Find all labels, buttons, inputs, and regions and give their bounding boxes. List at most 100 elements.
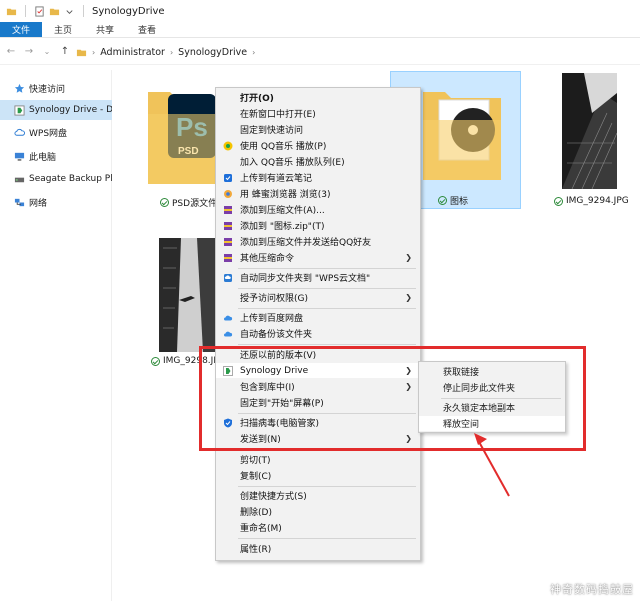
navigation-pane: 快速访问 Synology Drive - DS WPS网盘 此电脑 Seaga… bbox=[0, 70, 112, 601]
new-folder-icon[interactable] bbox=[49, 6, 60, 17]
menu-item-auto-backup[interactable]: 自动备份该文件夹 bbox=[216, 326, 420, 341]
breadcrumb[interactable]: › Administrator › SynologyDrive › bbox=[76, 44, 255, 60]
menu-item-properties[interactable]: 属性(R) bbox=[216, 541, 420, 556]
drive-icon bbox=[14, 177, 25, 182]
ribbon-tabs: 文件 主页 共享 查看 bbox=[0, 22, 640, 38]
chevron-down-icon[interactable] bbox=[64, 6, 75, 17]
star-icon bbox=[14, 83, 25, 93]
winrar-icon bbox=[224, 205, 232, 214]
file-name: IMG_9294.JPG bbox=[566, 196, 629, 206]
toolbar-divider bbox=[83, 5, 84, 17]
file-label-psd[interactable]: PSD源文件 bbox=[160, 196, 217, 209]
menu-item-bee-browser[interactable]: 用 蜂蜜浏览器 浏览(3) bbox=[216, 186, 420, 201]
folder-icon: Ps PSD bbox=[148, 92, 216, 184]
menu-separator bbox=[238, 268, 416, 269]
window-title: SynologyDrive bbox=[92, 5, 165, 17]
menu-item-qq-music-play[interactable]: 使用 QQ音乐 播放(P) bbox=[216, 138, 420, 153]
watermark: 神奇数码捣鼓屋 bbox=[550, 583, 634, 596]
tab-share[interactable]: 共享 bbox=[84, 22, 126, 37]
nav-item-seagate-drive[interactable]: Seagate Backup Plu bbox=[0, 169, 112, 189]
nav-item-network[interactable]: 网络 bbox=[0, 192, 112, 212]
baidu-cloud-icon bbox=[224, 315, 233, 320]
youdao-note-icon bbox=[224, 173, 232, 182]
context-menu: 打开(O) 在新窗口中打开(E) 固定到快速访问 使用 QQ音乐 播放(P) 加… bbox=[215, 87, 421, 561]
menu-item-pin-quick-access[interactable]: 固定到快速访问 bbox=[216, 122, 420, 137]
menu-item-open-new-window[interactable]: 在新窗口中打开(E) bbox=[216, 106, 420, 121]
winrar-icon bbox=[224, 237, 232, 246]
skyscraper-photo-icon bbox=[159, 238, 217, 352]
menu-item-create-shortcut[interactable]: 创建快捷方式(S) bbox=[216, 488, 420, 503]
menu-item-open[interactable]: 打开(O) bbox=[216, 90, 420, 105]
menu-item-other-compress[interactable]: 其他压缩命令 ❯ bbox=[216, 250, 420, 265]
menu-item-add-send-qq[interactable]: 添加到压缩文件并发送给QQ好友 bbox=[216, 234, 420, 249]
breadcrumb-item[interactable]: Administrator bbox=[100, 47, 165, 58]
nav-item-label: Synology Drive - DS bbox=[29, 105, 112, 115]
nav-item-label: 快速访问 bbox=[29, 84, 66, 95]
properties-icon[interactable] bbox=[34, 5, 45, 17]
nav-item-label: 网络 bbox=[29, 198, 48, 209]
cloud-icon bbox=[14, 128, 25, 136]
address-bar: ← → ⌄ ↑ › Administrator › SynologyDrive … bbox=[0, 39, 640, 65]
menu-separator bbox=[238, 288, 416, 289]
menu-item-wps-sync[interactable]: 自动同步文件夹到 "WPS云文档" bbox=[216, 270, 420, 285]
tab-file[interactable]: 文件 bbox=[0, 22, 43, 37]
image-thumbnail-9294[interactable] bbox=[562, 73, 618, 190]
nav-item-wps-cloud[interactable]: WPS网盘 bbox=[0, 122, 112, 142]
file-label-icons: 图标 bbox=[438, 194, 468, 207]
synced-check-icon bbox=[438, 196, 447, 205]
nav-item-quick-access[interactable]: 快速访问 bbox=[0, 78, 112, 98]
menu-separator bbox=[238, 344, 416, 345]
computer-icon bbox=[14, 152, 25, 161]
network-icon bbox=[14, 198, 25, 206]
nav-item-this-pc[interactable]: 此电脑 bbox=[0, 146, 112, 166]
synced-check-icon bbox=[554, 196, 563, 206]
file-name: PSD源文件 bbox=[172, 199, 218, 209]
breadcrumb-item[interactable]: SynologyDrive bbox=[178, 47, 247, 58]
folder-icon bbox=[6, 8, 17, 15]
baidu-cloud-icon bbox=[224, 331, 233, 336]
highlight-box bbox=[199, 346, 586, 451]
winrar-icon bbox=[224, 253, 232, 262]
menu-item-grant-access[interactable]: 授予访问权限(G) ❯ bbox=[216, 290, 420, 305]
back-arrow-icon[interactable]: ← bbox=[4, 46, 18, 57]
image-thumbnail-9298[interactable] bbox=[159, 238, 217, 352]
menu-item-add-zip[interactable]: 添加到 "图标.zip"(T) bbox=[216, 218, 420, 233]
nav-item-synology-drive[interactable]: Synology Drive - DS bbox=[0, 100, 112, 120]
chevron-right-icon: ❯ bbox=[405, 253, 412, 262]
bee-browser-icon bbox=[224, 189, 232, 198]
toolbar-divider bbox=[25, 5, 26, 17]
nav-item-label: Seagate Backup Plu bbox=[29, 174, 112, 184]
architecture-photo-icon bbox=[562, 73, 618, 190]
breadcrumb-separator-icon: › bbox=[92, 47, 96, 57]
wps-cloud-icon bbox=[224, 273, 232, 282]
tab-home[interactable]: 主页 bbox=[42, 22, 84, 37]
folder-tile-psd[interactable]: Ps PSD bbox=[146, 78, 218, 194]
nav-item-label: 此电脑 bbox=[29, 152, 57, 163]
menu-item-youdao-note[interactable]: 上传到有道云笔记 bbox=[216, 170, 420, 185]
title-bar: SynologyDrive bbox=[0, 0, 640, 22]
file-label-9294[interactable]: IMG_9294.JPG bbox=[554, 196, 629, 206]
breadcrumb-separator-icon: › bbox=[252, 47, 256, 57]
menu-item-delete[interactable]: 删除(D) bbox=[216, 504, 420, 519]
menu-item-rename[interactable]: 重命名(M) bbox=[216, 520, 420, 535]
synology-drive-icon bbox=[14, 104, 25, 116]
file-name: 图标 bbox=[450, 197, 469, 207]
winrar-icon bbox=[224, 221, 232, 230]
nav-item-label: WPS网盘 bbox=[29, 128, 68, 139]
menu-separator bbox=[238, 538, 416, 539]
breadcrumb-separator-icon: › bbox=[169, 47, 174, 57]
tab-view[interactable]: 查看 bbox=[126, 22, 168, 37]
menu-separator bbox=[238, 308, 416, 309]
menu-item-copy[interactable]: 复制(C) bbox=[216, 468, 420, 483]
up-arrow-icon[interactable]: ↑ bbox=[58, 46, 72, 57]
folder-icon bbox=[76, 49, 87, 56]
chevron-right-icon: ❯ bbox=[405, 293, 412, 302]
synced-check-icon bbox=[160, 198, 169, 207]
recent-chevron-icon[interactable]: ⌄ bbox=[40, 47, 54, 56]
menu-item-qq-music-queue[interactable]: 加入 QQ音乐 播放队列(E) bbox=[216, 154, 420, 169]
menu-item-add-archive[interactable]: 添加到压缩文件(A)... bbox=[216, 202, 420, 217]
synced-check-icon bbox=[151, 356, 160, 366]
menu-item-baidu-upload[interactable]: 上传到百度网盘 bbox=[216, 310, 420, 325]
menu-item-cut[interactable]: 剪切(T) bbox=[216, 452, 420, 467]
forward-arrow-icon[interactable]: → bbox=[22, 46, 36, 57]
